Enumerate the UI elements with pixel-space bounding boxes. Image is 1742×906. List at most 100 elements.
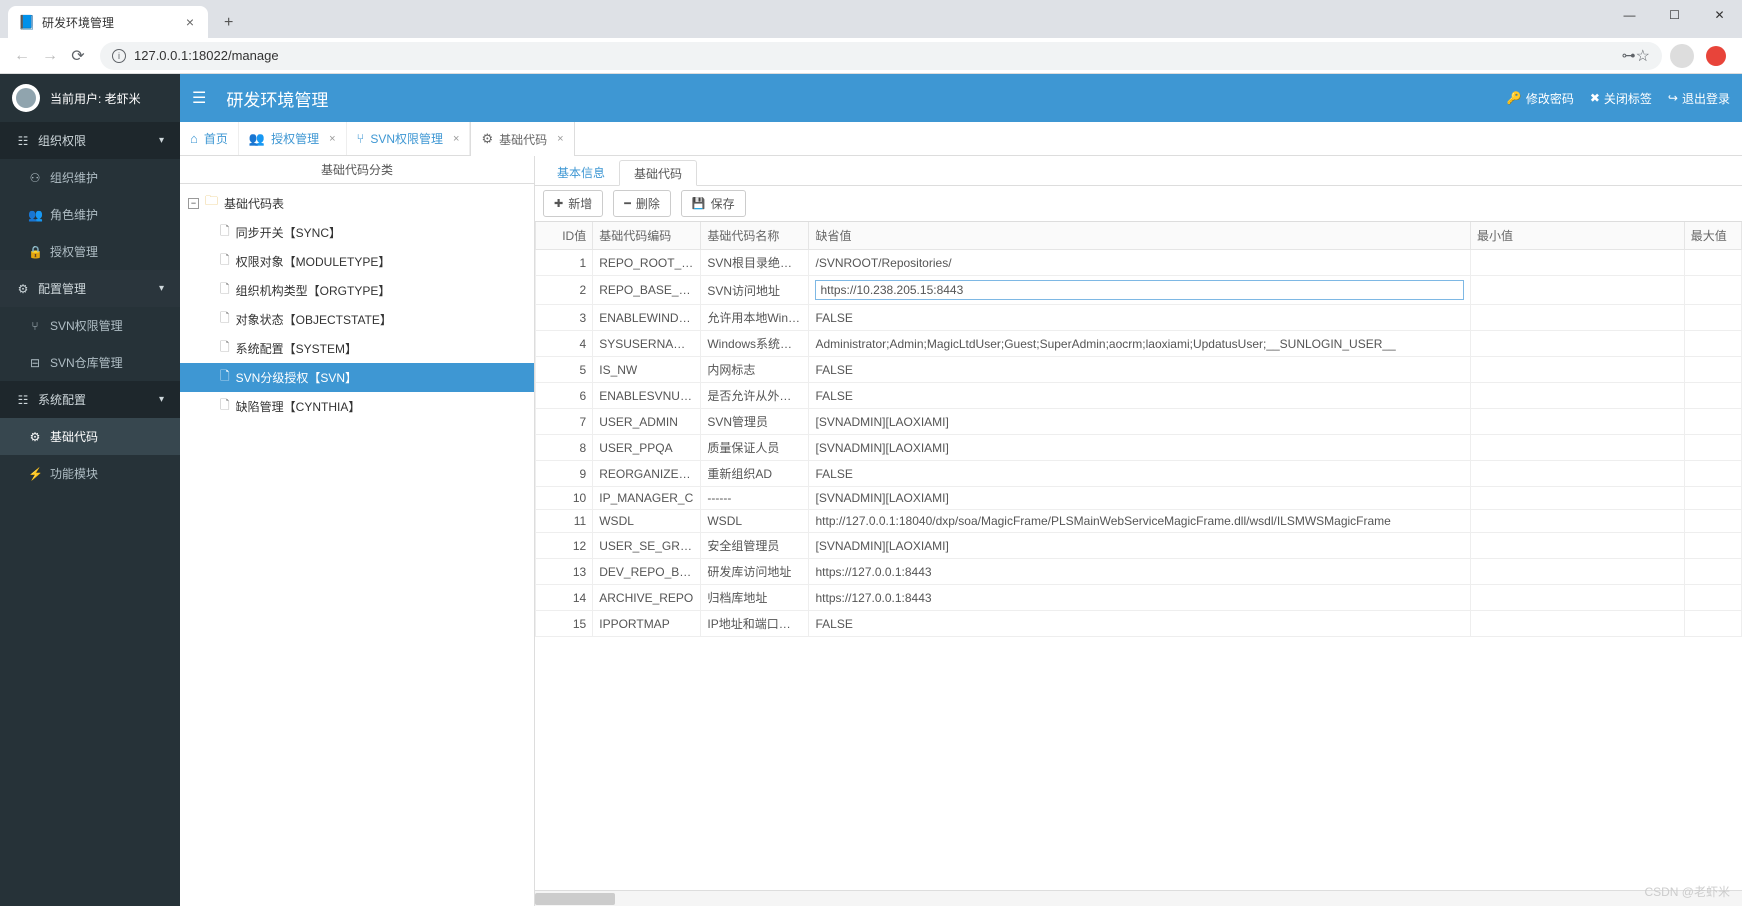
cell-id[interactable]: 14 — [536, 585, 593, 611]
cell-id[interactable]: 2 — [536, 276, 593, 305]
cell-id[interactable]: 8 — [536, 435, 593, 461]
cell-code[interactable]: DEV_REPO_BASE — [593, 559, 701, 585]
column-header[interactable]: 基础代码名称 — [701, 222, 809, 250]
cell-name[interactable]: WSDL — [701, 510, 809, 533]
sidebar-item[interactable]: 👥角色维护 — [0, 196, 180, 233]
cell-max[interactable] — [1684, 611, 1741, 637]
cell-default[interactable]: [SVNADMIN][LAOXIAMI] — [809, 533, 1471, 559]
table-row[interactable]: 10IP_MANAGER_C------[SVNADMIN][LAOXIAMI] — [536, 487, 1742, 510]
cell-code[interactable]: REORGANIZEORG — [593, 461, 701, 487]
extension-icon[interactable] — [1706, 46, 1726, 66]
cell-id[interactable]: 9 — [536, 461, 593, 487]
cell-edit-input[interactable] — [815, 280, 1464, 300]
cell-max[interactable] — [1684, 487, 1741, 510]
cell-code[interactable]: USER_SE_GROUP — [593, 533, 701, 559]
cell-default[interactable]: https://127.0.0.1:8443 — [809, 559, 1471, 585]
table-row[interactable]: 5IS_NW内网标志FALSE — [536, 357, 1742, 383]
cell-min[interactable] — [1471, 559, 1685, 585]
cell-max[interactable] — [1684, 510, 1741, 533]
cell-default[interactable]: [SVNADMIN][LAOXIAMI] — [809, 409, 1471, 435]
save-button[interactable]: 💾保存 — [681, 190, 746, 217]
cell-name[interactable]: SVN访问地址 — [701, 276, 809, 305]
cell-default[interactable]: http://127.0.0.1:18040/dxp/soa/MagicFram… — [809, 510, 1471, 533]
sidebar-item[interactable]: ⚡功能模块 — [0, 455, 180, 492]
cell-max[interactable] — [1684, 357, 1741, 383]
cell-default[interactable]: /SVNROOT/Repositories/ — [809, 250, 1471, 276]
table-row[interactable]: 9REORGANIZEORG重新组织ADFALSE — [536, 461, 1742, 487]
cell-max[interactable] — [1684, 435, 1741, 461]
cell-id[interactable]: 3 — [536, 305, 593, 331]
sidebar-item[interactable]: ⚇组织维护 — [0, 159, 180, 196]
sidebar-group[interactable]: ☷系统配置▾ — [0, 381, 180, 418]
cell-name[interactable]: 允许用本地Windows — [701, 305, 809, 331]
table-row[interactable]: 15IPPORTMAPIP地址和端口映射FALSE — [536, 611, 1742, 637]
cell-code[interactable]: ENABLESVNUSER — [593, 383, 701, 409]
back-button[interactable]: ← — [8, 42, 36, 70]
cell-id[interactable]: 11 — [536, 510, 593, 533]
site-info-icon[interactable]: i — [112, 49, 126, 63]
table-row[interactable]: 7USER_ADMINSVN管理员[SVNADMIN][LAOXIAMI] — [536, 409, 1742, 435]
table-row[interactable]: 3ENABLEWINDOWS允许用本地WindowsFALSE — [536, 305, 1742, 331]
cell-default[interactable]: FALSE — [809, 383, 1471, 409]
sidebar-item[interactable]: ⊟SVN仓库管理 — [0, 344, 180, 381]
table-row[interactable]: 14ARCHIVE_REPO归档库地址https://127.0.0.1:844… — [536, 585, 1742, 611]
tree-item[interactable]: 🗋缺陷管理【CYNTHIA】 — [180, 392, 534, 421]
cell-name[interactable]: 研发库访问地址 — [701, 559, 809, 585]
close-button[interactable]: ✕ — [1697, 0, 1742, 30]
cell-name[interactable]: 质量保证人员 — [701, 435, 809, 461]
app-tab[interactable]: ⚙基础代码× — [470, 122, 574, 156]
cell-min[interactable] — [1471, 611, 1685, 637]
top-action[interactable]: 🔑修改密码 — [1507, 90, 1574, 107]
cell-default[interactable]: https://127.0.0.1:8443 — [809, 585, 1471, 611]
tab-close-icon[interactable]: × — [453, 133, 459, 145]
cell-default[interactable]: Administrator;Admin;MagicLtdUser;Guest;S… — [809, 331, 1471, 357]
cell-id[interactable]: 10 — [536, 487, 593, 510]
cell-code[interactable]: ENABLEWINDOWS — [593, 305, 701, 331]
tree-item[interactable]: 🗋对象状态【OBJECTSTATE】 — [180, 305, 534, 334]
sidebar-group[interactable]: ⚙配置管理▾ — [0, 270, 180, 307]
menu-toggle-icon[interactable]: ☰ — [192, 88, 206, 108]
cell-default[interactable] — [809, 276, 1471, 305]
tree-root[interactable]: −🗀基础代码表 — [180, 188, 534, 218]
table-row[interactable]: 13DEV_REPO_BASE研发库访问地址https://127.0.0.1:… — [536, 559, 1742, 585]
cell-id[interactable]: 1 — [536, 250, 593, 276]
cell-name[interactable]: Windows系统账号 — [701, 331, 809, 357]
cell-default[interactable]: FALSE — [809, 611, 1471, 637]
tab-close-icon[interactable]: × — [557, 133, 563, 145]
cell-id[interactable]: 5 — [536, 357, 593, 383]
app-tab[interactable]: ⑂SVN权限管理× — [347, 122, 471, 155]
scrollbar-thumb[interactable] — [535, 893, 615, 905]
app-tab[interactable]: ⌂首页 — [180, 122, 239, 155]
cell-max[interactable] — [1684, 276, 1741, 305]
cell-default[interactable]: FALSE — [809, 461, 1471, 487]
cell-max[interactable] — [1684, 250, 1741, 276]
cell-name[interactable]: ------ — [701, 487, 809, 510]
cell-min[interactable] — [1471, 435, 1685, 461]
tree-item[interactable]: 🗋权限对象【MODULETYPE】 — [180, 247, 534, 276]
cell-name[interactable]: 内网标志 — [701, 357, 809, 383]
cell-default[interactable]: FALSE — [809, 357, 1471, 383]
table-row[interactable]: 4SYSUSERNAMESWindows系统账号Administrator;Ad… — [536, 331, 1742, 357]
horizontal-scrollbar[interactable] — [535, 890, 1742, 906]
tab-close-icon[interactable]: × — [329, 133, 335, 145]
sidebar-item[interactable]: ⚙基础代码 — [0, 418, 180, 455]
table-row[interactable]: 11WSDLWSDLhttp://127.0.0.1:18040/dxp/soa… — [536, 510, 1742, 533]
cell-max[interactable] — [1684, 559, 1741, 585]
cell-max[interactable] — [1684, 331, 1741, 357]
sidebar-group[interactable]: ☷组织权限▾ — [0, 122, 180, 159]
profile-avatar-button[interactable] — [1670, 44, 1694, 68]
column-header[interactable]: 最大值 — [1684, 222, 1741, 250]
cell-name[interactable]: 归档库地址 — [701, 585, 809, 611]
reload-button[interactable]: ⟳ — [64, 42, 92, 70]
cell-name[interactable]: 是否允许从外部数据 — [701, 383, 809, 409]
cell-min[interactable] — [1471, 305, 1685, 331]
tree-collapse-icon[interactable]: − — [188, 198, 199, 209]
cell-max[interactable] — [1684, 461, 1741, 487]
cell-code[interactable]: SYSUSERNAMES — [593, 331, 701, 357]
cell-min[interactable] — [1471, 331, 1685, 357]
cell-id[interactable]: 4 — [536, 331, 593, 357]
cell-code[interactable]: IS_NW — [593, 357, 701, 383]
plus-button[interactable]: ✚新增 — [543, 190, 603, 217]
cell-code[interactable]: IPPORTMAP — [593, 611, 701, 637]
cell-code[interactable]: REPO_ROOT_DIR — [593, 250, 701, 276]
